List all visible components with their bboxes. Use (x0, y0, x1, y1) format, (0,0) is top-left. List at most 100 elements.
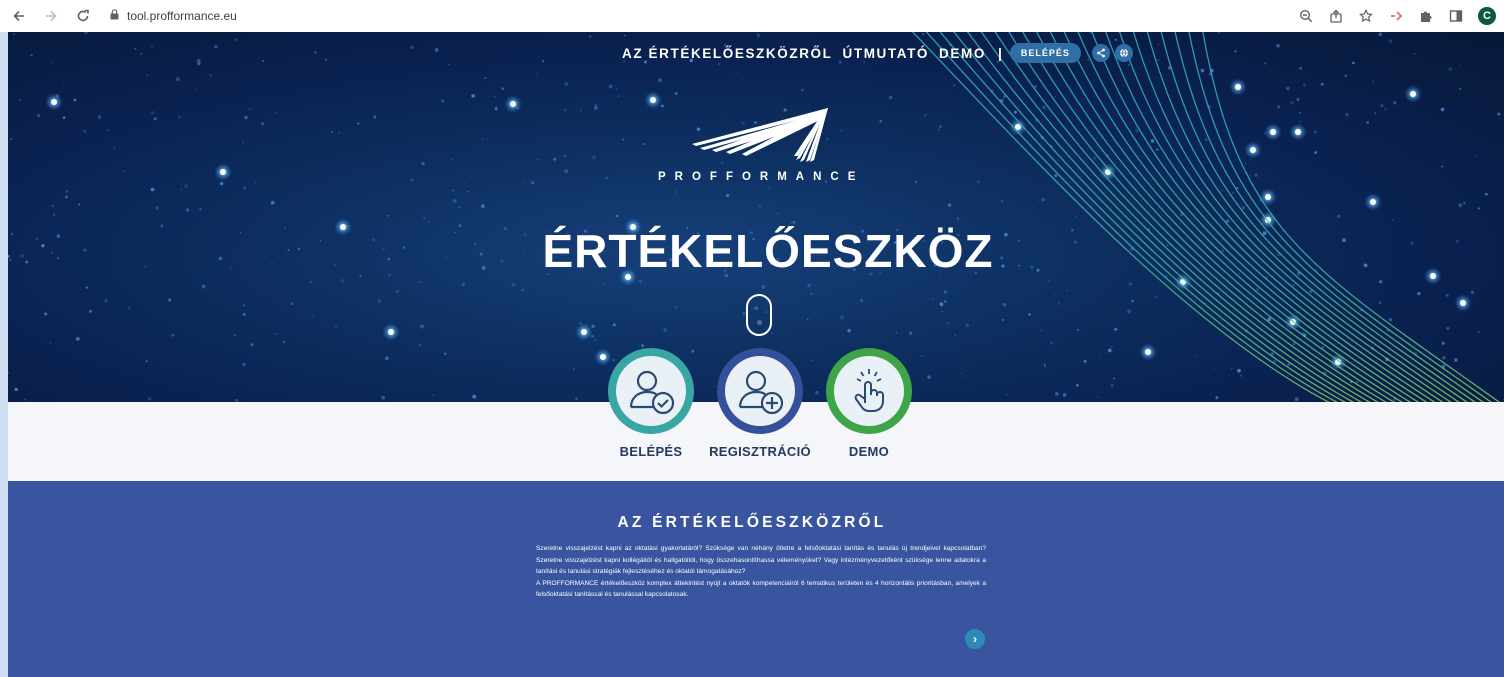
particle-dot (553, 157, 557, 161)
particle-dot (1442, 355, 1446, 360)
particle-dot (1364, 263, 1368, 268)
nav-separator: | (997, 45, 1002, 61)
particle-dot (943, 300, 947, 303)
particle-dot (1372, 80, 1375, 83)
action-register[interactable]: REGISZTRÁCIÓ (705, 348, 815, 459)
particle-dot (807, 283, 811, 288)
particle-dot (1038, 200, 1040, 202)
glow-dot-core (1295, 129, 1301, 135)
particle-dot (494, 107, 498, 111)
particle-dot (474, 243, 477, 246)
particle-dot (84, 32, 88, 35)
particle-dot (452, 189, 455, 192)
action-login-ring[interactable] (608, 348, 694, 434)
particle-dot (1299, 66, 1303, 70)
particle-dot (965, 323, 969, 327)
particle-dot (1458, 87, 1462, 91)
scroll-down-indicator[interactable] (746, 294, 772, 336)
action-register-ring[interactable] (717, 348, 803, 434)
profile-avatar[interactable]: C (1478, 7, 1496, 25)
address-bar[interactable]: tool.profformance.eu (110, 4, 237, 28)
particle-dot (452, 199, 457, 203)
particle-dot (1114, 327, 1118, 331)
particle-dot (481, 204, 485, 208)
back-icon[interactable] (6, 3, 32, 29)
particle-dot (932, 298, 934, 300)
particle-dot (1110, 345, 1114, 348)
particle-dot (402, 246, 406, 249)
particle-dot (1110, 383, 1114, 388)
particle-dot (624, 34, 626, 37)
glow-dot-core (51, 99, 57, 105)
particle-dot (1378, 32, 1383, 37)
particle-dot (1478, 331, 1480, 333)
particle-dot (51, 61, 54, 64)
particle-dot (385, 356, 389, 361)
language-globe-icon[interactable] (1114, 44, 1133, 62)
particle-dot (324, 58, 328, 61)
particle-dot (143, 265, 146, 268)
particle-dot (604, 282, 606, 285)
particle-dot (220, 182, 224, 186)
about-next-button[interactable]: › (965, 629, 985, 649)
particle-dot (1276, 43, 1280, 48)
particle-dot (309, 280, 312, 283)
particle-dot (663, 328, 667, 332)
particle-dot (314, 51, 317, 54)
particle-dot (1166, 244, 1169, 247)
particle-dot (233, 334, 236, 337)
zoom-icon[interactable] (1298, 8, 1314, 24)
action-register-label[interactable]: REGISZTRÁCIÓ (709, 444, 811, 459)
particle-dot (13, 33, 16, 36)
particle-dot (1413, 52, 1416, 55)
particle-dot (1001, 318, 1004, 322)
wave-line (1035, 32, 1404, 402)
particle-dot (1018, 105, 1021, 107)
bookmark-star-icon[interactable] (1358, 8, 1374, 24)
particle-dot (1062, 393, 1067, 397)
particle-dot (860, 299, 863, 302)
particle-dot (1299, 120, 1302, 123)
user-check-icon (616, 356, 686, 426)
forward-icon[interactable] (38, 3, 64, 29)
share-icon[interactable] (1091, 44, 1110, 62)
particle-dot (1321, 346, 1325, 349)
particle-dot (147, 397, 152, 401)
particle-dot (768, 187, 771, 189)
particle-dot (62, 81, 65, 84)
particle-dot (77, 203, 81, 206)
particle-dot (675, 191, 677, 193)
action-demo[interactable]: DEMO (814, 348, 924, 459)
action-login-label[interactable]: BELÉPÉS (620, 444, 683, 459)
particle-dot (847, 328, 851, 333)
action-demo-ring[interactable] (826, 348, 912, 434)
extension-red-icon[interactable] (1388, 8, 1404, 24)
reload-icon[interactable] (70, 3, 96, 29)
particle-dot (1200, 68, 1205, 73)
particle-dot (1441, 165, 1444, 168)
particle-dot (960, 372, 962, 374)
side-panel-icon[interactable] (1448, 8, 1464, 24)
action-login[interactable]: BELÉPÉS (596, 348, 706, 459)
nav-login-button[interactable]: BELÉPÉS (1009, 43, 1081, 63)
particle-dot (938, 128, 941, 131)
particle-dot (1204, 138, 1208, 142)
particle-dot (761, 284, 766, 289)
glow-dot-core (650, 97, 656, 103)
particle-dot (218, 256, 223, 261)
particle-dot (1417, 291, 1421, 296)
share-page-icon[interactable] (1328, 8, 1344, 24)
particle-dot (1113, 377, 1116, 380)
action-demo-label[interactable]: DEMO (849, 444, 889, 459)
particle-dot (1093, 156, 1097, 160)
nav-link-demo[interactable]: DEMO (939, 46, 986, 61)
particle-dot (1071, 229, 1074, 232)
nav-link-about[interactable]: AZ ÉRTÉKELŐESZKÖZRŐL (622, 46, 833, 61)
particle-dot (1006, 393, 1009, 396)
particle-dot (1302, 83, 1307, 87)
extensions-puzzle-icon[interactable] (1418, 8, 1434, 24)
nav-link-guide[interactable]: ÚTMUTATÓ (843, 46, 930, 61)
particle-dot (422, 217, 426, 220)
particle-dot (24, 398, 27, 401)
particle-dot (254, 181, 257, 184)
